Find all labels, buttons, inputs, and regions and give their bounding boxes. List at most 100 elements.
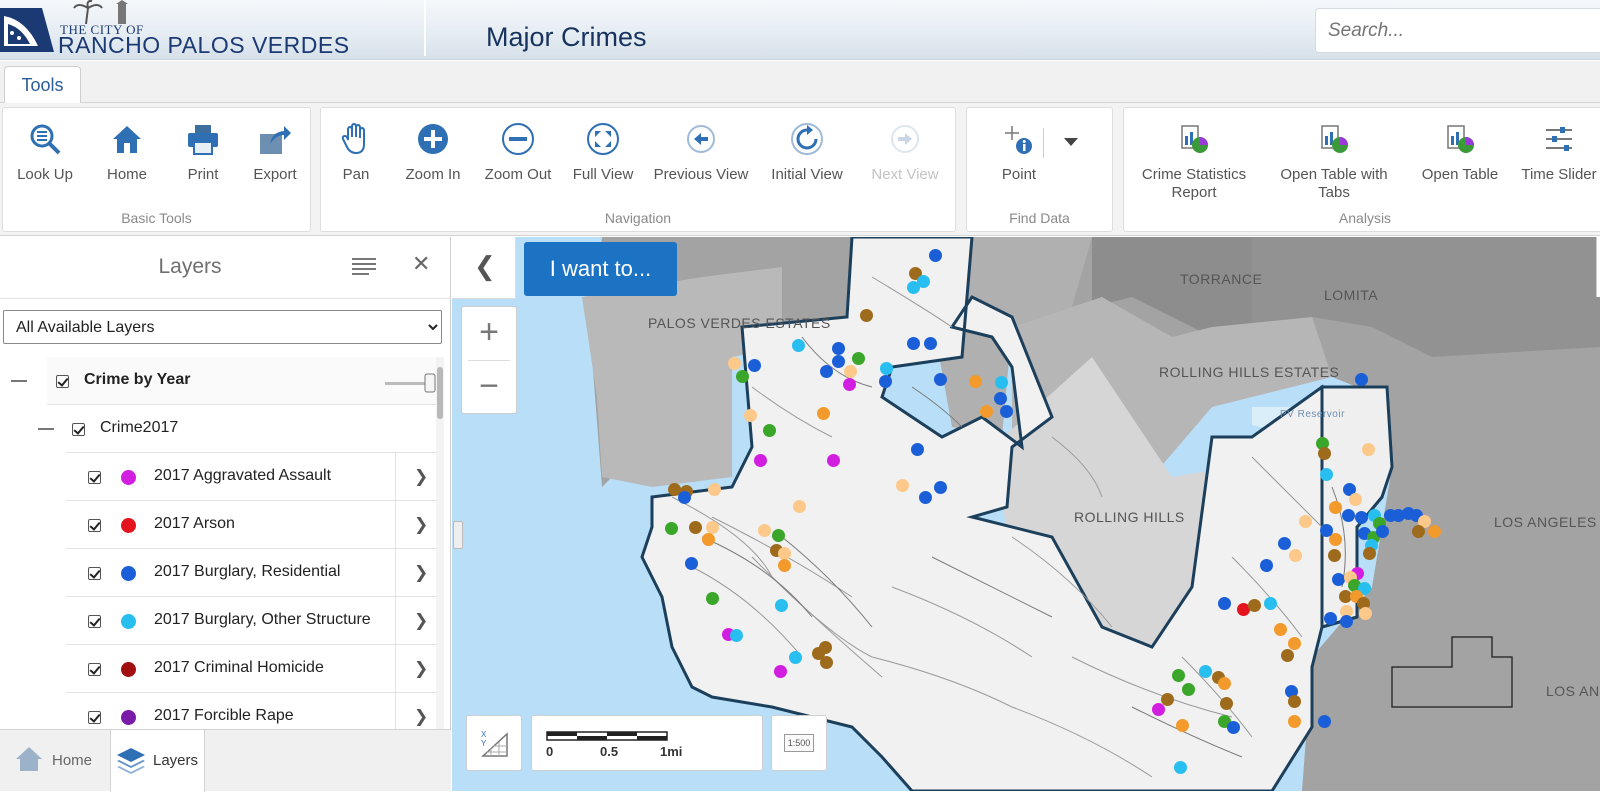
layer-checkbox[interactable]: [88, 471, 101, 484]
layer-checkbox[interactable]: [88, 711, 101, 724]
crime-point[interactable]: [1359, 607, 1372, 620]
crime-point[interactable]: [827, 454, 840, 467]
crime-point[interactable]: [817, 407, 830, 420]
crime-point[interactable]: [763, 424, 776, 437]
crime-point[interactable]: [792, 339, 805, 352]
layer-list-menu-icon[interactable]: [352, 257, 376, 277]
crime-point[interactable]: [1340, 615, 1353, 628]
tab-layers[interactable]: Layers: [110, 730, 205, 792]
crime-point[interactable]: [728, 357, 741, 370]
crime-point[interactable]: [980, 405, 993, 418]
crime-point[interactable]: [1199, 665, 1212, 678]
crime-point[interactable]: [1227, 721, 1240, 734]
crime-point[interactable]: [1288, 695, 1301, 708]
layer-row[interactable]: 2017 Aggravated Assault ❯: [0, 453, 444, 501]
crime-point[interactable]: [1299, 515, 1312, 528]
crime-point[interactable]: [1248, 599, 1261, 612]
crime-point[interactable]: [1288, 637, 1301, 650]
crime-point[interactable]: [678, 491, 691, 504]
crime-statistics-report-button[interactable]: Crime Statistics Report: [1132, 122, 1256, 202]
crime-point[interactable]: [1355, 373, 1368, 386]
crime-point[interactable]: [1428, 525, 1441, 538]
layer-row[interactable]: 2017 Forcible Rape ❯: [0, 693, 444, 730]
tab-home[interactable]: Home: [0, 730, 110, 792]
crime-point[interactable]: [1264, 597, 1277, 610]
crime-point[interactable]: [1218, 677, 1231, 690]
layer-checkbox[interactable]: [88, 519, 101, 532]
panel-resize-handle[interactable]: [453, 521, 463, 549]
crime-point[interactable]: [744, 409, 757, 422]
crime-point[interactable]: [1318, 447, 1331, 460]
crime-point[interactable]: [706, 592, 719, 605]
crime-point[interactable]: [1332, 573, 1345, 586]
search-box[interactable]: [1315, 8, 1600, 53]
crime-point[interactable]: [852, 352, 865, 365]
crime-point[interactable]: [1342, 509, 1355, 522]
crime-point[interactable]: [1218, 597, 1231, 610]
crime-point[interactable]: [1152, 703, 1165, 716]
crime-point[interactable]: [911, 443, 924, 456]
crime-point[interactable]: [1328, 549, 1341, 562]
crime-point[interactable]: [789, 651, 802, 664]
crime-point[interactable]: [929, 249, 942, 262]
crime-point[interactable]: [689, 521, 702, 534]
crime-point[interactable]: [843, 378, 856, 391]
crime-point[interactable]: [1318, 715, 1331, 728]
crime-point[interactable]: [832, 342, 845, 355]
crime-point[interactable]: [665, 522, 678, 535]
crime-point[interactable]: [793, 500, 806, 513]
full-view-button[interactable]: Full View: [571, 122, 635, 184]
crime-point[interactable]: [1320, 524, 1333, 537]
crime-point[interactable]: [1362, 443, 1375, 456]
crime-point[interactable]: [879, 375, 892, 388]
i-want-to-button[interactable]: I want to...: [524, 242, 677, 296]
crime-point[interactable]: [702, 533, 715, 546]
crime-point[interactable]: [1355, 511, 1368, 524]
crime-point[interactable]: [844, 365, 857, 378]
collapse-subgroup-icon[interactable]: [38, 428, 54, 430]
crime-point[interactable]: [820, 656, 833, 669]
collapse-group-icon[interactable]: [11, 380, 27, 382]
crime-point[interactable]: [708, 483, 721, 496]
crime-point[interactable]: [820, 365, 833, 378]
crime-point[interactable]: [995, 376, 1008, 389]
crime-point[interactable]: [1174, 761, 1187, 774]
crime-point[interactable]: [685, 557, 698, 570]
crime-point[interactable]: [1288, 715, 1301, 728]
search-input[interactable]: [1316, 9, 1600, 52]
crime-point[interactable]: [994, 392, 1007, 405]
chevron-down-icon[interactable]: [1062, 136, 1080, 148]
crime-point[interactable]: [1376, 525, 1389, 538]
layer-group-checkbox[interactable]: [56, 375, 69, 388]
layer-row[interactable]: 2017 Arson ❯: [0, 501, 444, 549]
crime-point[interactable]: [1176, 719, 1189, 732]
look-up-button[interactable]: Look Up: [13, 122, 77, 184]
crime-point[interactable]: [919, 491, 932, 504]
crime-point[interactable]: [1349, 493, 1362, 506]
map-zoom-out-button[interactable]: −: [462, 361, 516, 414]
crime-point[interactable]: [1274, 623, 1287, 636]
crime-point[interactable]: [736, 370, 749, 383]
crime-point[interactable]: [1260, 559, 1273, 572]
crime-point[interactable]: [934, 481, 947, 494]
crime-point[interactable]: [774, 665, 787, 678]
next-view-button[interactable]: Next View: [865, 122, 945, 184]
scrollbar-thumb[interactable]: [437, 367, 443, 419]
crime-point[interactable]: [819, 641, 832, 654]
layer-checkbox[interactable]: [88, 567, 101, 580]
open-table-with-tabs-button[interactable]: Open Table with Tabs: [1269, 122, 1399, 202]
coordinate-toggle-button[interactable]: X Y: [466, 715, 522, 771]
close-icon[interactable]: ✕: [412, 251, 430, 277]
print-button[interactable]: Print: [171, 122, 235, 184]
previous-view-button[interactable]: Previous View: [653, 122, 749, 184]
crime-point[interactable]: [907, 281, 920, 294]
layer-opacity-slider[interactable]: [385, 373, 437, 393]
home-button[interactable]: Home: [95, 122, 159, 184]
crime-point[interactable]: [1363, 547, 1376, 560]
crime-point[interactable]: [1329, 501, 1342, 514]
crime-point[interactable]: [1281, 649, 1294, 662]
crime-point[interactable]: [1289, 549, 1302, 562]
crime-point[interactable]: [748, 359, 761, 372]
crime-point[interactable]: [1324, 612, 1337, 625]
tab-tools[interactable]: Tools: [4, 66, 81, 104]
